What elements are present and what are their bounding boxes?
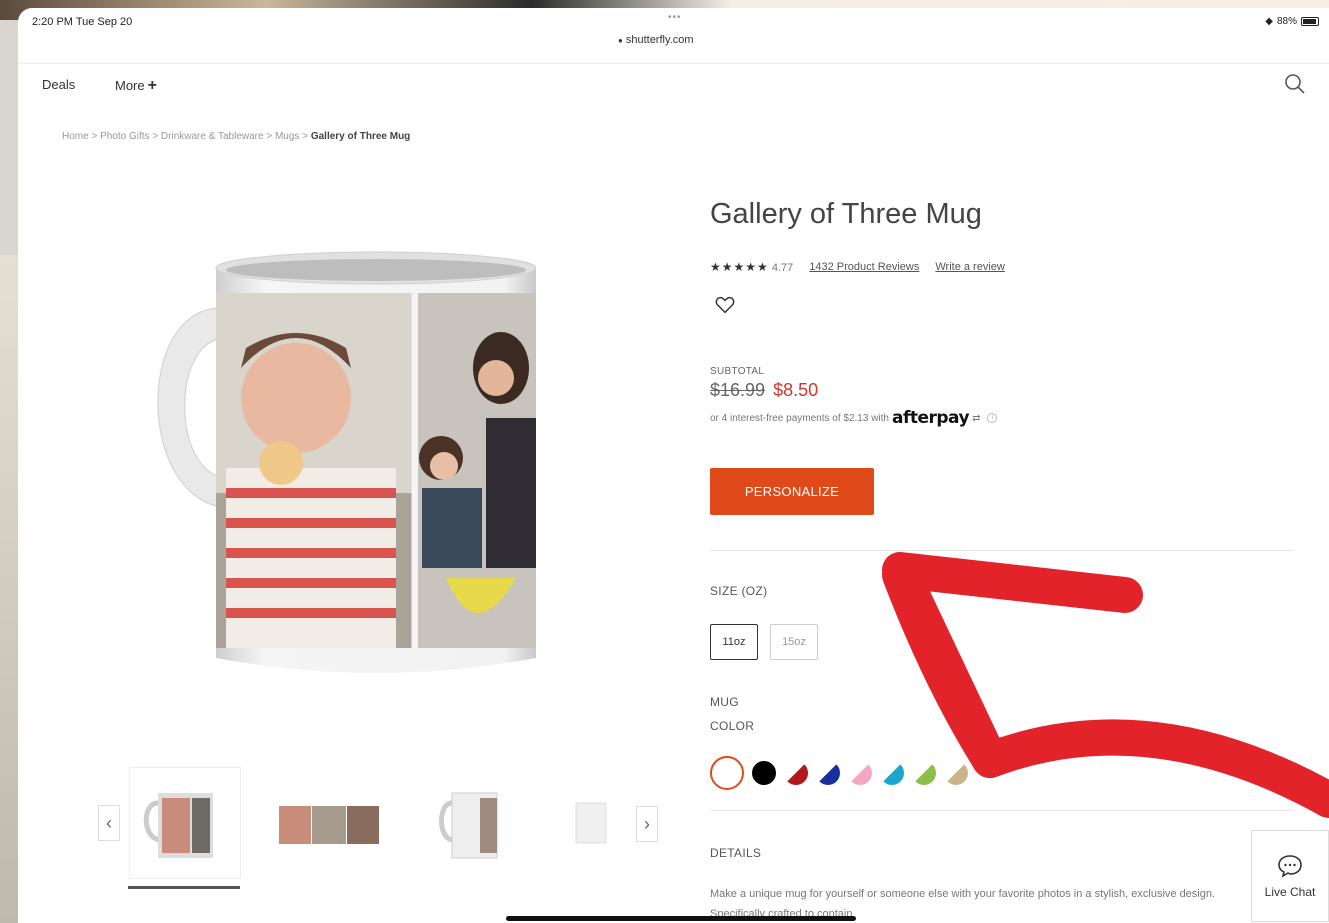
battery-icon <box>1301 17 1319 26</box>
thumbnail-4[interactable] <box>566 768 638 878</box>
afterpay-text: or 4 interest-free payments of $2.13 wit… <box>710 412 889 424</box>
nav-deals[interactable]: Deals <box>42 77 75 92</box>
color-swatch-green[interactable] <box>912 761 936 785</box>
color-swatch-blue[interactable] <box>816 761 840 785</box>
url-text: shutterfly.com <box>625 34 694 46</box>
live-chat-button[interactable]: Live Chat <box>1251 830 1329 922</box>
chevron-left-icon: ‹ <box>106 812 112 833</box>
nav-more[interactable]: More + <box>115 77 157 95</box>
nav-more-label: More <box>115 78 145 93</box>
mug-color-label-line2: COLOR <box>710 719 755 733</box>
color-swatch-pink[interactable] <box>848 761 872 785</box>
live-chat-label: Live Chat <box>1264 885 1316 899</box>
mug-color-label-line1: MUG <box>710 695 739 709</box>
address-bar[interactable]: ● shutterfly.com <box>618 34 694 46</box>
price-block: $16.99 $8.50 <box>710 380 818 401</box>
personalize-button[interactable]: PERSONALIZE <box>710 468 874 515</box>
site-nav: Deals More + <box>18 63 1329 97</box>
status-indicators: ◆ 88% <box>1265 16 1319 27</box>
info-icon[interactable]: i <box>987 413 998 423</box>
active-thumb-indicator <box>128 886 240 889</box>
battery-percent: 88% <box>1276 16 1297 27</box>
search-icon[interactable] <box>1283 72 1307 96</box>
thumbnail-carousel: ‹ › <box>98 768 658 898</box>
plus-icon: + <box>147 77 157 94</box>
product-title: Gallery of Three Mug <box>710 198 982 230</box>
wifi-icon: ◆ <box>1265 16 1273 27</box>
rating-row: ★★★★★ 4.77 1432 Product Reviews Write a … <box>710 260 1005 274</box>
afterpay-arrows-icon: ⇄ <box>972 412 981 424</box>
divider <box>710 810 1294 811</box>
afterpay-logo: afterpay <box>891 408 970 428</box>
thumbnail-mug-partial <box>575 802 607 844</box>
price-sale: $8.50 <box>773 380 819 400</box>
home-indicator[interactable] <box>506 916 856 921</box>
chat-bubble-icon <box>1278 855 1302 878</box>
color-swatch-red[interactable] <box>784 761 808 785</box>
mug-color-label: MUG COLOR <box>710 690 754 738</box>
status-bar: 2:20 PM Tue Sep 20 ••• ● shutterfly.com ◆… <box>18 8 1329 56</box>
afterpay-row: or 4 interest-free payments of $2.13 wit… <box>710 408 998 428</box>
thumbnail-3[interactable] <box>420 768 530 878</box>
breadcrumb-path[interactable]: Home > Photo Gifts > Drinkware & Tablewa… <box>62 131 311 142</box>
divider <box>710 550 1294 551</box>
color-swatch-gold[interactable] <box>944 761 968 785</box>
size-label: SIZE (OZ) <box>710 584 768 598</box>
thumbs-next-button[interactable]: › <box>636 806 658 842</box>
rating-value: 4.77 <box>771 262 794 274</box>
product-image-mug[interactable] <box>116 248 536 698</box>
subtotal-label: SUBTOTAL <box>710 366 765 377</box>
thumbnail-1[interactable] <box>130 768 240 878</box>
thumbnail-mug-side <box>439 792 498 859</box>
chevron-right-icon: › <box>644 813 650 834</box>
status-time: 2:20 PM Tue Sep 20 <box>32 16 133 28</box>
rating-summary: ★★★★★ 4.77 <box>710 260 793 274</box>
background-photo-edge <box>0 255 18 923</box>
thumbnail-2[interactable] <box>274 768 384 878</box>
color-swatch-light-blue[interactable] <box>880 761 904 785</box>
thumbs-prev-button[interactable]: ‹ <box>98 805 120 841</box>
size-option-11oz[interactable]: 11oz <box>710 624 758 660</box>
ipad-screen: 2:20 PM Tue Sep 20 ••• ● shutterfly.com ◆… <box>18 8 1329 923</box>
rating-stars: ★★★★★ <box>710 260 769 274</box>
color-swatch-black[interactable] <box>752 761 776 785</box>
size-option-15oz[interactable]: 15oz <box>770 624 818 660</box>
thumbnail-flat-wrap <box>279 806 379 844</box>
color-swatch-white[interactable] <box>710 756 744 790</box>
price-original: $16.99 <box>710 380 766 400</box>
color-swatches <box>710 756 968 790</box>
details-heading[interactable]: DETAILS <box>710 846 761 860</box>
lock-icon: ● <box>618 36 623 45</box>
heart-icon[interactable] <box>714 294 736 316</box>
breadcrumb-current: Gallery of Three Mug <box>310 131 411 142</box>
reviews-link[interactable]: 1432 Product Reviews <box>809 261 919 273</box>
breadcrumb[interactable]: Home > Photo Gifts > Drinkware & Tablewa… <box>62 131 410 142</box>
thumbnail-mug-front <box>143 793 213 858</box>
tab-dots[interactable]: ••• <box>668 12 682 23</box>
write-review-link[interactable]: Write a review <box>935 261 1004 273</box>
